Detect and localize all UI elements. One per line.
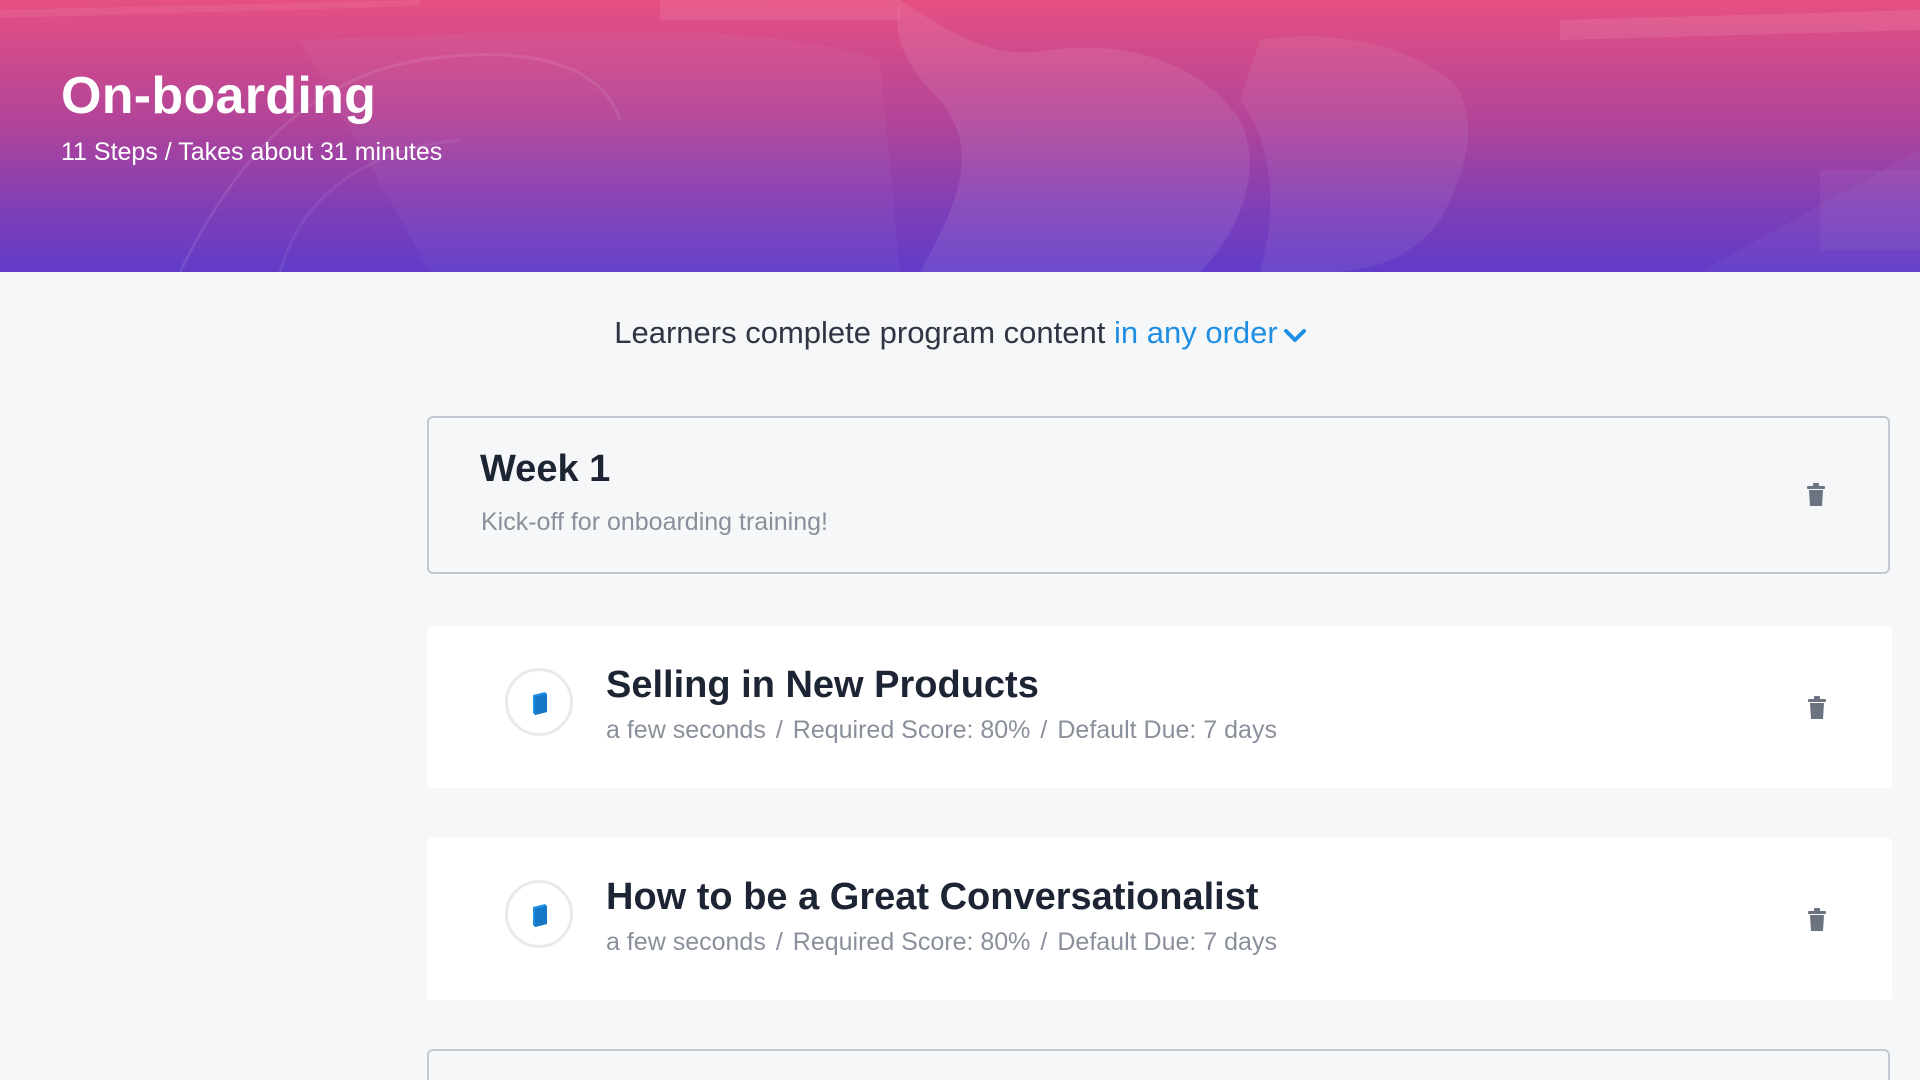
step-duration: a few seconds bbox=[606, 716, 766, 744]
trash-icon[interactable] bbox=[1806, 483, 1826, 507]
step-meta: a few seconds / Required Score: 80% / Defaul… bbox=[606, 716, 1277, 745]
section-title: Week 1 bbox=[480, 448, 611, 490]
program-title: On-boarding bbox=[61, 67, 377, 125]
step-type-badge bbox=[505, 880, 573, 948]
completion-order-dropdown[interactable]: in any order bbox=[1114, 315, 1306, 350]
meta-separator: / bbox=[775, 928, 783, 956]
step-default-due: Default Due: 7 days bbox=[1057, 928, 1277, 956]
completion-order-label: Learners complete program content bbox=[614, 315, 1106, 350]
hero-background-image bbox=[0, 0, 1920, 272]
chevron-down-icon bbox=[1283, 315, 1306, 351]
section-card-week-1[interactable]: Week 1 Kick-off for onboarding training! bbox=[427, 416, 1890, 574]
program-summary: 11 Steps / Takes about 31 minutes bbox=[61, 138, 443, 166]
section-description: Kick-off for onboarding training! bbox=[481, 508, 828, 536]
trash-icon[interactable] bbox=[1807, 696, 1827, 720]
step-card[interactable]: Selling in New Products a few seconds / Re… bbox=[427, 626, 1892, 788]
meta-separator: / bbox=[1040, 716, 1048, 744]
step-title: How to be a Great Conversationalist bbox=[606, 876, 1259, 918]
section-card-next[interactable] bbox=[427, 1049, 1890, 1080]
book-icon bbox=[533, 692, 547, 715]
meta-separator: / bbox=[1040, 928, 1048, 956]
step-default-due: Default Due: 7 days bbox=[1057, 716, 1277, 744]
trash-icon[interactable] bbox=[1807, 908, 1827, 932]
step-duration: a few seconds bbox=[606, 928, 766, 956]
step-card[interactable]: How to be a Great Conversationalist a fe… bbox=[427, 838, 1892, 1000]
step-title: Selling in New Products bbox=[606, 664, 1039, 706]
program-editor-page: On-boarding 11 Steps / Takes about 31 mi… bbox=[0, 0, 1920, 1080]
hero-banner: On-boarding 11 Steps / Takes about 31 mi… bbox=[0, 0, 1920, 272]
step-required-score: Required Score: 80% bbox=[792, 716, 1031, 744]
completion-order-value: in any order bbox=[1114, 315, 1278, 350]
step-required-score: Required Score: 80% bbox=[792, 928, 1031, 956]
book-icon bbox=[533, 904, 547, 927]
completion-order-line: Learners complete program content in any… bbox=[0, 315, 1920, 351]
step-meta: a few seconds / Required Score: 80% / Defaul… bbox=[606, 928, 1277, 957]
meta-separator: / bbox=[775, 716, 783, 744]
step-type-badge bbox=[505, 668, 573, 736]
